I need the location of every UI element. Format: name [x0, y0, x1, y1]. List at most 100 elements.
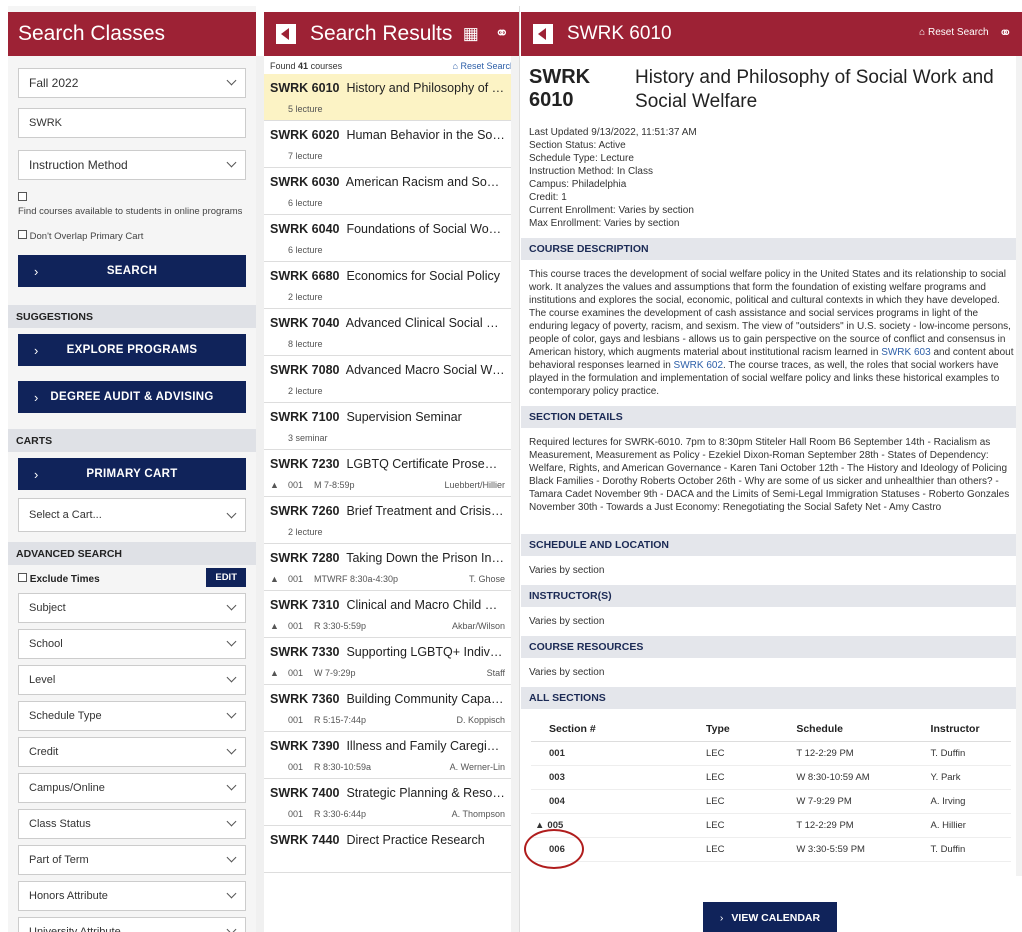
section-details-text: Required lectures for SWRK-6010. 7pm to …	[529, 437, 1010, 513]
calendar-icon[interactable]: ▦	[463, 24, 479, 44]
result-item[interactable]: SWRK 7280 Taking Down the Prison Indu...…	[264, 544, 511, 591]
result-sub	[270, 847, 505, 856]
result-schedule: R 3:30-6:44p	[314, 809, 367, 819]
result-instructor: Staff	[486, 668, 505, 678]
section-row[interactable]: 006 LEC W 3:30-5:59 PM T. Duffin	[531, 837, 1011, 862]
result-item[interactable]: SWRK 7260 Brief Treatment and Crisis Int…	[264, 497, 511, 544]
online-checkbox[interactable]	[18, 192, 27, 201]
warning-icon	[270, 809, 280, 819]
primary-cart-button[interactable]: › PRIMARY CART	[18, 458, 246, 490]
found-count: Found 41 courses ⌂ Reset Search	[264, 56, 519, 74]
search-classes-panel: Search Classes Fall 2022 SWRK Instructio…	[8, 6, 256, 932]
suggestions-header: SUGGESTIONS	[8, 305, 256, 328]
detail-scrollbar[interactable]	[1016, 56, 1022, 876]
section-schedule: W 8:30-10:59 AM	[778, 765, 913, 790]
explore-programs-button[interactable]: › EXPLORE PROGRAMS	[18, 334, 246, 366]
section-row[interactable]: ▲ 005 LEC T 12-2:29 PM A. Hillier	[531, 813, 1011, 838]
results-scrollbar[interactable]	[511, 56, 519, 932]
result-item[interactable]: SWRK 7400 Strategic Planning & Resourc..…	[264, 779, 511, 826]
exclude-times-checkbox[interactable]	[18, 573, 27, 582]
filter-university-attributeselect[interactable]: University Attribute	[18, 917, 246, 932]
result-item[interactable]: SWRK 7080 Advanced Macro Social Work... 2…	[264, 356, 511, 403]
warning-icon: ▲	[270, 480, 279, 490]
result-code: SWRK 6020	[270, 128, 340, 142]
filter-honors-attributeselect[interactable]: Honors Attribute	[18, 881, 246, 911]
warning-icon: ▲	[535, 819, 545, 831]
cart-select[interactable]: Select a Cart...	[18, 498, 246, 532]
view-calendar-button[interactable]: › VIEW CALENDAR	[703, 902, 837, 932]
back-arrow-icon[interactable]	[276, 24, 296, 44]
link-icon[interactable]: ⚭	[495, 24, 509, 44]
result-item[interactable]: SWRK 7440 Direct Practice Research	[264, 826, 511, 873]
section-number: 004	[549, 795, 565, 807]
filter-campus-onlineselect[interactable]: Campus/Online	[18, 773, 246, 803]
filter-creditselect[interactable]: Credit	[18, 737, 246, 767]
result-title: Illness and Family Caregiving	[346, 739, 505, 753]
result-item[interactable]: SWRK 6680 Economics for Social Policy 2 l…	[264, 262, 511, 309]
meta-line: Campus: Philadelphia	[529, 179, 627, 190]
subject-input[interactable]: SWRK	[18, 108, 246, 138]
chevron-down-icon	[226, 744, 237, 755]
result-item[interactable]: SWRK 7390 Illness and Family Caregiving 0…	[264, 732, 511, 779]
result-item[interactable]: SWRK 6040 Foundations of Social Work P..…	[264, 215, 511, 262]
result-item[interactable]: SWRK 7310 Clinical and Macro Child Welf.…	[264, 591, 511, 638]
swrk-602-link[interactable]: SWRK 602	[674, 360, 723, 371]
edit-button[interactable]: EDIT	[206, 568, 246, 587]
result-item[interactable]: SWRK 6010 History and Philosophy of So..…	[264, 74, 511, 121]
section-schedule: T 12-2:29 PM	[778, 813, 913, 838]
result-section: 001	[288, 621, 304, 631]
degree-audit-button[interactable]: › DEGREE AUDIT & ADVISING	[18, 381, 246, 413]
left-scrollbar[interactable]	[256, 56, 264, 932]
link-icon[interactable]: ⚭	[999, 23, 1012, 43]
result-item[interactable]: SWRK 7040 Advanced Clinical Social Wor..…	[264, 309, 511, 356]
result-item[interactable]: SWRK 7330 Supporting LGBTQ+ Individu... ▲…	[264, 638, 511, 685]
section-schedule: T 12-2:29 PM	[778, 741, 913, 766]
search-results-panel: Search Results ▦ ⚭ Found 41 courses ⌂ Re…	[264, 6, 520, 932]
result-instructor: T. Ghose	[468, 574, 505, 584]
course-description: This course traces the development of so…	[529, 269, 1014, 397]
result-item[interactable]: SWRK 7230 LGBTQ Certificate Proseminar ▲ 0…	[264, 450, 511, 497]
chevron-down-icon	[226, 75, 237, 86]
result-code: SWRK 6010	[270, 81, 340, 95]
result-title: Brief Treatment and Crisis Int...	[346, 504, 505, 518]
result-instructor: Luebbert/Hillier	[444, 480, 505, 490]
chevron-down-icon	[226, 852, 237, 863]
term-select[interactable]: Fall 2022	[18, 68, 246, 98]
result-instructor: D. Koppisch	[456, 715, 505, 725]
reset-search-link[interactable]: ⌂ Reset Search	[919, 27, 988, 43]
schedule-location-text: Varies by section	[529, 565, 605, 576]
filter-class-statusselect[interactable]: Class Status	[18, 809, 246, 839]
filter-levelselect[interactable]: Level	[18, 665, 246, 695]
filter-schedule-typeselect[interactable]: Schedule Type	[18, 701, 246, 731]
result-instructor: Akbar/Wilson	[451, 621, 505, 631]
result-code: SWRK 7440	[270, 833, 340, 847]
chevron-down-icon	[226, 708, 237, 719]
search-button[interactable]: › SEARCH	[18, 255, 246, 287]
results-header: Search Results ▦ ⚭	[264, 12, 519, 56]
result-item[interactable]: SWRK 7100 Supervision Seminar 3 seminar	[264, 403, 511, 450]
course-detail-panel: SWRK 6010 ⌂ Reset Search ⚭ SWRK 6010 His…	[521, 6, 1022, 932]
section-row[interactable]: 001 LEC T 12-2:29 PM T. Duffin	[531, 741, 1011, 766]
back-arrow-icon[interactable]	[533, 24, 553, 44]
instruction-method-select[interactable]: Instruction Method	[18, 150, 246, 180]
result-sub: 3 seminar	[288, 433, 328, 443]
chevron-down-icon	[226, 888, 237, 899]
filter-part-of-termselect[interactable]: Part of Term	[18, 845, 246, 875]
section-row[interactable]: 003 LEC W 8:30-10:59 AM Y. Park	[531, 765, 1011, 790]
instructors-header: INSTRUCTOR(S)	[521, 585, 1022, 607]
filter-schoolselect[interactable]: School	[18, 629, 246, 659]
result-item[interactable]: SWRK 6020 Human Behavior in the Social..…	[264, 121, 511, 168]
section-instructor: A. Irving	[912, 789, 1011, 814]
result-code: SWRK 7230	[270, 457, 340, 471]
result-title: Direct Practice Research	[346, 833, 485, 847]
column-header: Type	[625, 717, 779, 742]
swrk-603-link[interactable]: SWRK 603	[881, 347, 930, 358]
overlap-checkbox[interactable]	[18, 230, 27, 239]
result-item[interactable]: SWRK 7360 Building Community Capacity 001…	[264, 685, 511, 732]
reset-search-link[interactable]: ⌂ Reset Search	[453, 61, 515, 74]
section-row[interactable]: 004 LEC W 7-9:29 PM A. Irving	[531, 789, 1011, 814]
result-sub: 8 lecture	[288, 339, 323, 349]
annotation-circle	[524, 829, 584, 869]
result-item[interactable]: SWRK 6030 American Racism and Social ...…	[264, 168, 511, 215]
filter-subjectselect[interactable]: Subject	[18, 593, 246, 623]
